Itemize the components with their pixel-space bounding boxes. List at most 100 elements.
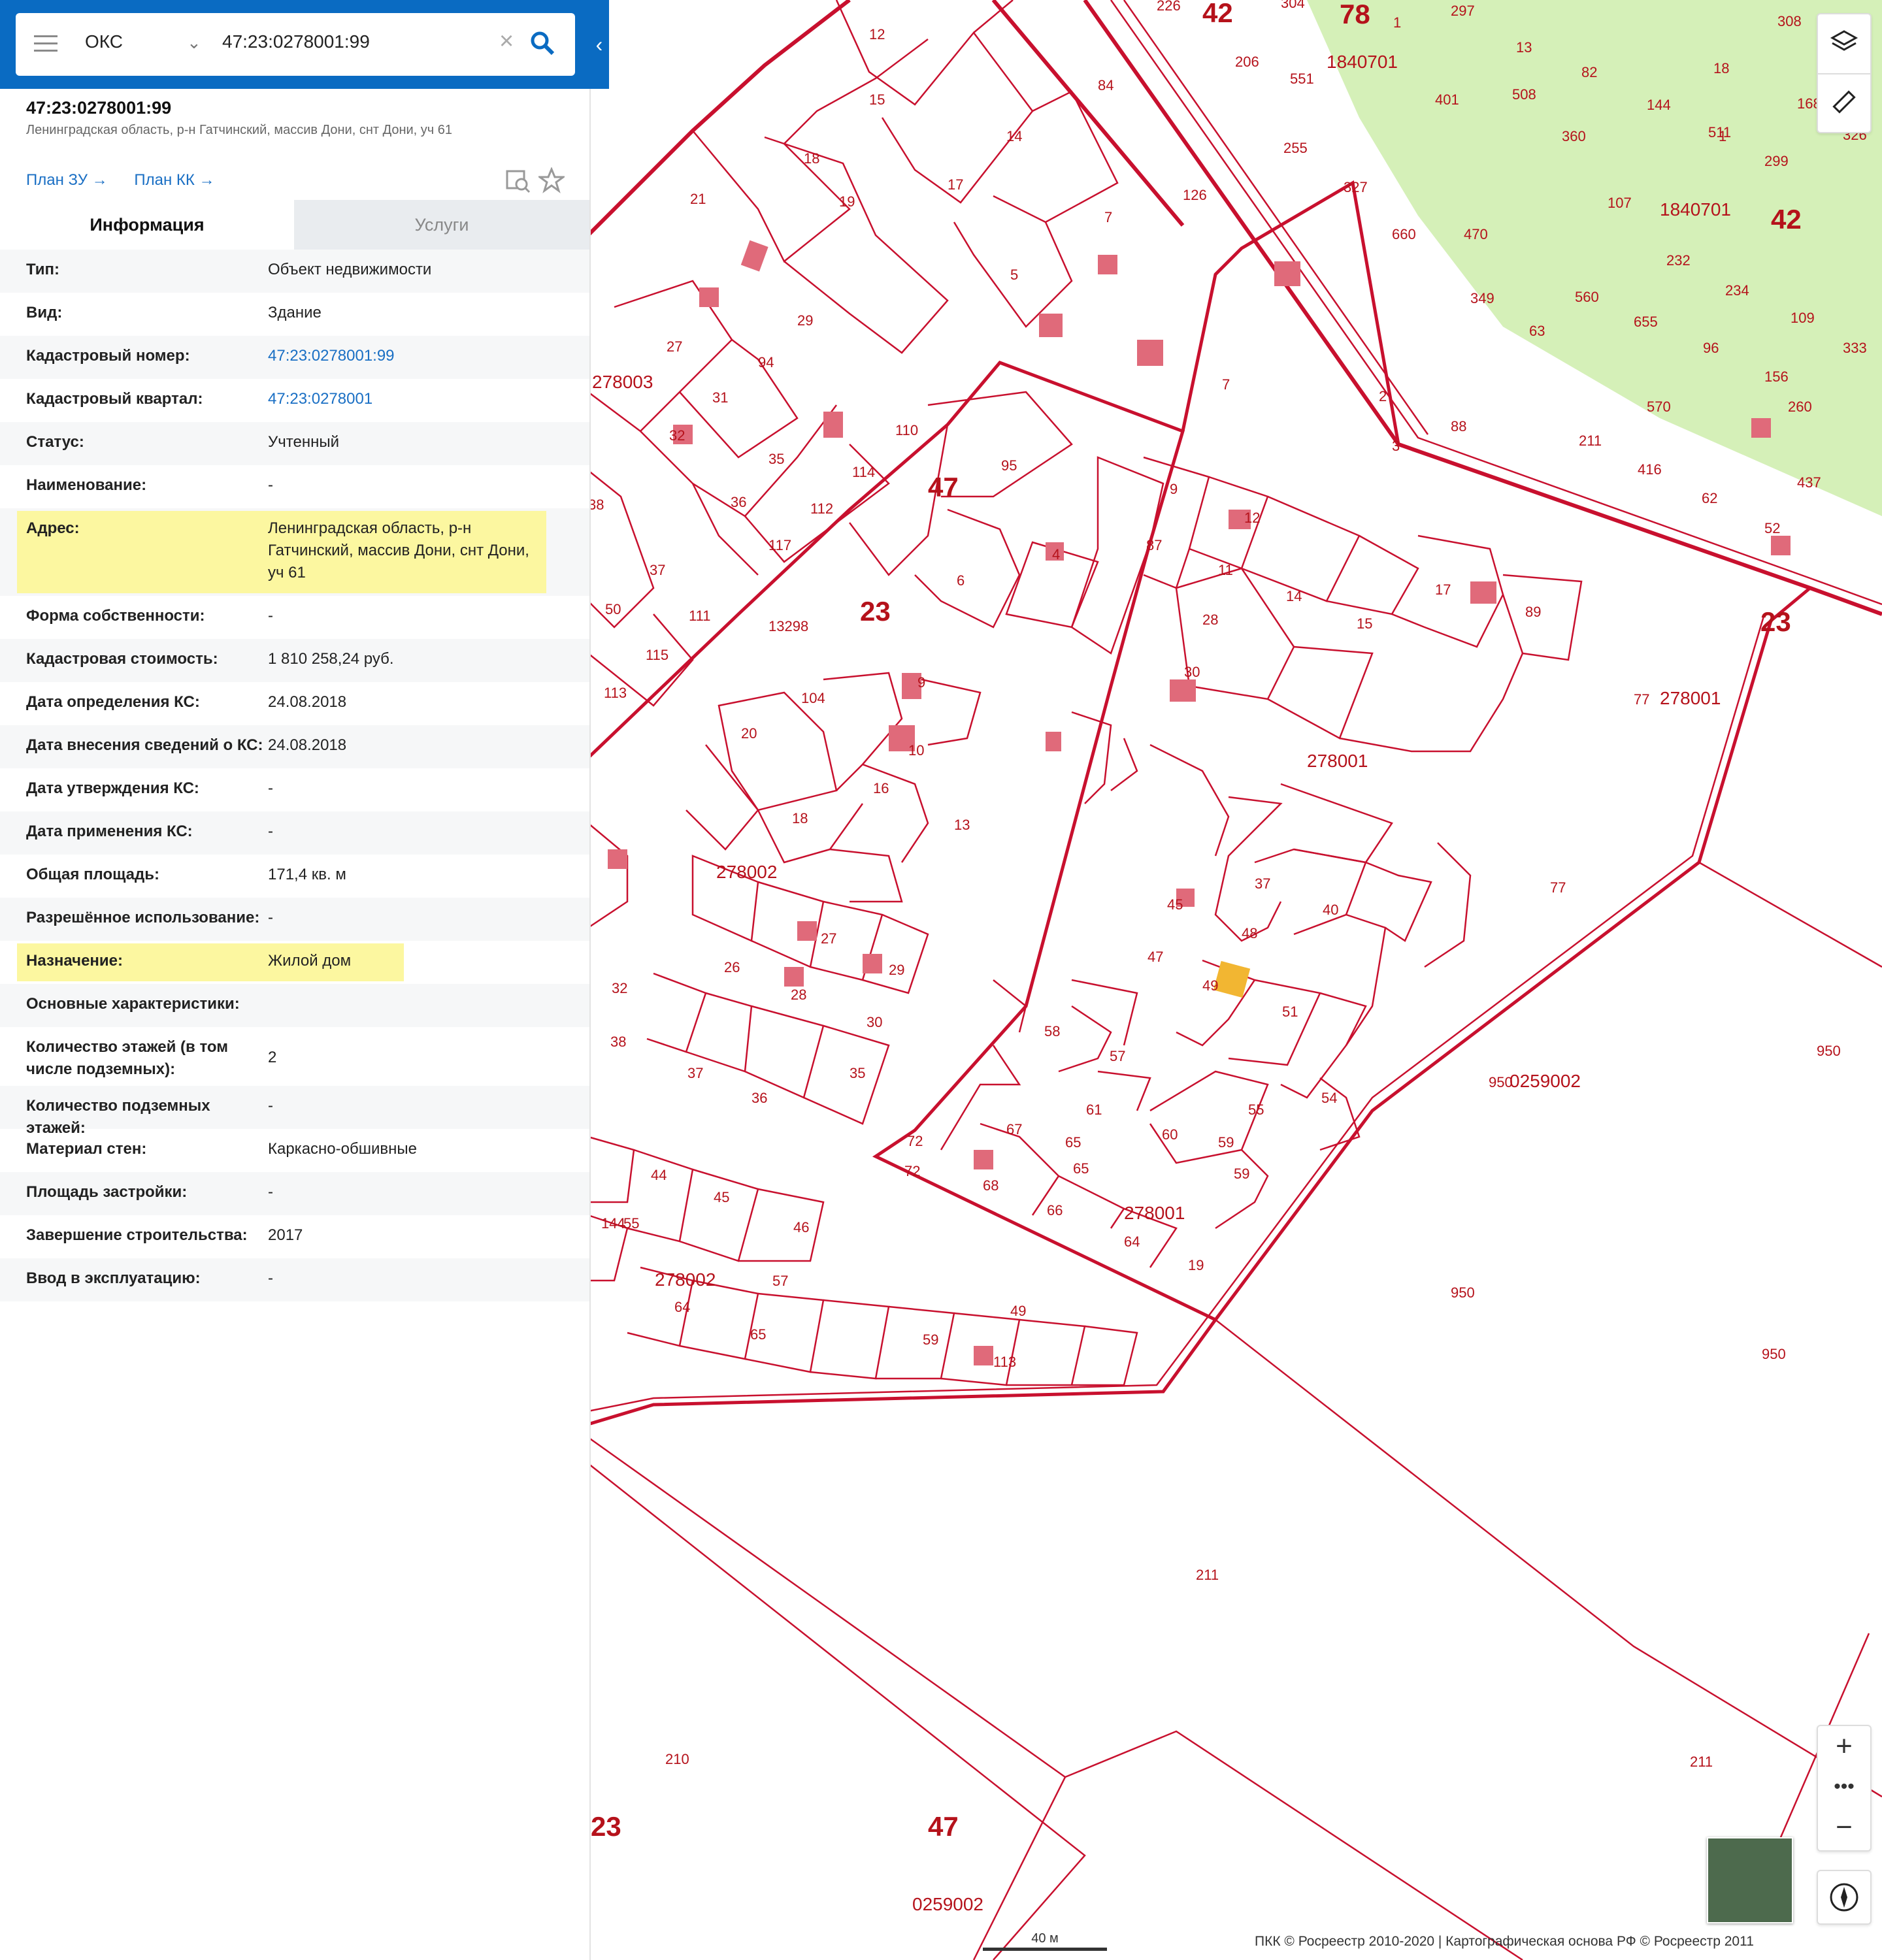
attribution: ПКК © Росреестр 2010-2020 | Картографиче… [1255, 1934, 1754, 1949]
more-icon[interactable]: ••• [1818, 1767, 1870, 1807]
attr-value: - [268, 1269, 273, 1287]
svg-text:10: 10 [908, 742, 924, 759]
attr-value: Объект недвижимости [268, 261, 432, 278]
attr-key: Вид: [26, 304, 63, 321]
svg-text:304: 304 [1281, 0, 1305, 11]
svg-text:560: 560 [1575, 289, 1599, 305]
svg-text:11: 11 [1218, 562, 1233, 578]
basemap-thumbnail[interactable] [1707, 1837, 1793, 1923]
svg-text:28: 28 [791, 987, 806, 1003]
svg-text:55: 55 [623, 1215, 639, 1232]
zoom-to-object-icon[interactable] [504, 167, 531, 193]
svg-text:42: 42 [1202, 0, 1233, 28]
attr-row-purpose: Назначение: Жилой дом [0, 941, 589, 984]
attr-key: Дата внесения сведений о КС: [26, 736, 263, 754]
svg-text:950: 950 [1451, 1284, 1475, 1301]
attr-value: - [268, 607, 273, 625]
attr-value: - [268, 1183, 273, 1201]
svg-text:333: 333 [1843, 340, 1867, 356]
zoom-in-icon[interactable]: + [1818, 1726, 1870, 1767]
category-select[interactable]: ОКС [85, 31, 123, 52]
svg-text:13: 13 [1516, 39, 1532, 56]
svg-text:77: 77 [1634, 691, 1649, 708]
svg-text:360: 360 [1562, 128, 1586, 144]
svg-text:655: 655 [1634, 314, 1658, 330]
attr-key: Форма собственности: [26, 607, 205, 625]
attr-row: Тип: Объект недвижимости [0, 250, 589, 293]
svg-text:18: 18 [792, 810, 808, 826]
svg-text:60: 60 [1162, 1126, 1178, 1143]
svg-text:144: 144 [1647, 97, 1671, 113]
menu-icon[interactable] [34, 35, 58, 54]
search-icon[interactable] [529, 30, 555, 56]
svg-text:3: 3 [1392, 438, 1400, 454]
svg-text:51: 51 [1282, 1004, 1298, 1020]
svg-text:308: 308 [1777, 13, 1802, 29]
attr-key: Основные характеристики: [26, 995, 240, 1013]
attr-value: - [268, 779, 273, 797]
chevron-down-icon[interactable]: ⌄ [187, 33, 201, 53]
svg-text:17: 17 [948, 176, 963, 193]
svg-text:13: 13 [954, 817, 970, 833]
svg-text:508: 508 [1512, 86, 1536, 103]
star-icon[interactable] [538, 167, 565, 193]
search-input[interactable]: 47:23:0278001:99 [222, 31, 370, 52]
attr-row-address: Адрес: Ленинградская область, р-н Гатчинс… [0, 508, 589, 596]
layers-icon[interactable] [1830, 29, 1858, 57]
svg-text:211: 211 [1579, 433, 1602, 449]
svg-text:23: 23 [1760, 606, 1791, 637]
attr-key: Общая площадь: [26, 866, 160, 883]
attr-key: Кадастровый номер: [26, 347, 190, 365]
svg-text:211: 211 [1690, 1754, 1713, 1770]
svg-text:950: 950 [1817, 1043, 1841, 1059]
compass[interactable] [1817, 1870, 1872, 1925]
cadastral-number-link[interactable]: 47:23:0278001:99 [268, 336, 589, 379]
tab-info[interactable]: Информация [0, 200, 294, 250]
svg-text:57: 57 [1110, 1048, 1125, 1064]
svg-text:67: 67 [1006, 1121, 1022, 1137]
attr-value: 2017 [268, 1226, 303, 1244]
attr-value: 171,4 кв. м [268, 866, 346, 883]
svg-text:297: 297 [1451, 3, 1475, 19]
ruler-icon[interactable] [1830, 88, 1858, 116]
attr-value: 2 [268, 1049, 277, 1066]
svg-text:570: 570 [1647, 399, 1671, 415]
svg-text:260: 260 [1788, 399, 1812, 415]
close-icon[interactable]: × [499, 27, 514, 56]
svg-text:255: 255 [1283, 140, 1308, 156]
svg-text:21: 21 [690, 191, 706, 207]
attr-key: Кадастровый квартал: [26, 390, 203, 408]
svg-text:62: 62 [1702, 490, 1717, 506]
svg-text:49: 49 [1010, 1303, 1026, 1319]
svg-text:55: 55 [1248, 1102, 1264, 1118]
svg-text:109: 109 [1791, 310, 1815, 326]
svg-text:104: 104 [801, 690, 825, 706]
attr-key: Дата определения КС: [26, 693, 200, 711]
plan-zu-link[interactable]: План ЗУ → [26, 171, 108, 189]
svg-text:42: 42 [1771, 204, 1802, 235]
svg-text:111: 111 [689, 608, 710, 624]
tab-services[interactable]: Услуги [294, 200, 589, 250]
svg-text:64: 64 [1124, 1233, 1140, 1250]
svg-text:15: 15 [869, 91, 885, 108]
svg-text:1: 1 [1719, 128, 1726, 144]
svg-text:144: 144 [601, 1215, 625, 1232]
svg-text:47: 47 [928, 1811, 959, 1842]
attr-key: Дата применения КС: [26, 823, 193, 840]
compass-icon[interactable] [1828, 1882, 1860, 1913]
svg-text:66: 66 [1047, 1202, 1063, 1218]
plan-kk-link[interactable]: План КК → [134, 171, 214, 189]
attr-row: Дата внесения сведений о КС: 24.08.2018 [0, 725, 589, 768]
svg-text:401: 401 [1435, 91, 1459, 108]
svg-text:65: 65 [750, 1326, 766, 1343]
cadastral-quarter-link[interactable]: 47:23:0278001 [268, 379, 589, 422]
svg-text:2: 2 [1379, 388, 1387, 404]
collapse-panel-icon[interactable]: ‹ [589, 26, 609, 63]
svg-text:72: 72 [907, 1133, 923, 1149]
zoom-out-icon[interactable]: − [1818, 1807, 1870, 1848]
attr-key: Количество этажей (в том числе подземных… [26, 1038, 228, 1078]
svg-text:232: 232 [1666, 252, 1691, 269]
svg-text:47: 47 [1147, 949, 1163, 965]
svg-text:437: 437 [1797, 474, 1821, 491]
svg-text:35: 35 [850, 1065, 865, 1081]
